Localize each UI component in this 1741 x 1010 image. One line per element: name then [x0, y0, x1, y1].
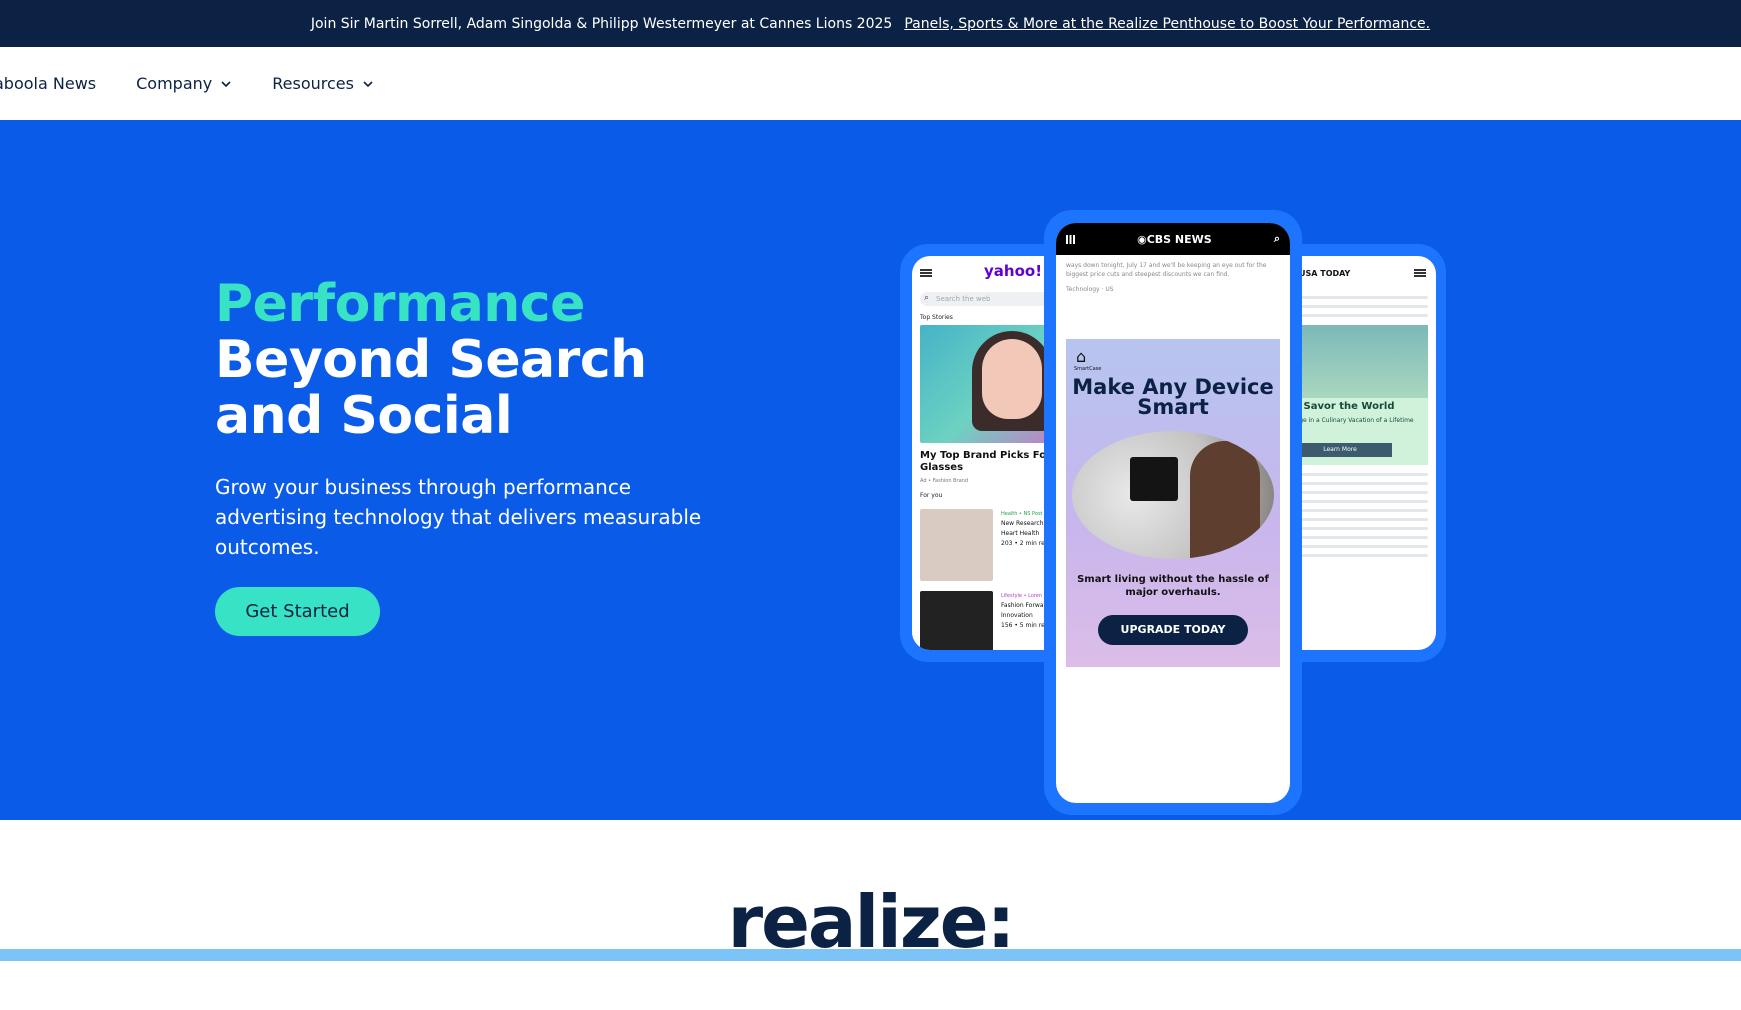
- grid-icon: [1066, 234, 1075, 244]
- nav-item-label: Resources: [272, 74, 354, 93]
- page: Join Sir Martin Sorrell, Adam Singolda &…: [0, 0, 1741, 1010]
- upgrade-today-button: UPGRADE TODAY: [1098, 615, 1248, 645]
- article-thumbnail: [920, 509, 993, 581]
- ad-brand: SmartCase: [1074, 366, 1102, 372]
- smartcase-ad: ⌂ SmartCase Make Any Device Smart Smart …: [1066, 339, 1280, 667]
- hero-headline-line3: and Social: [215, 386, 513, 446]
- scroll-stripe: [0, 949, 1741, 961]
- chevron-down-icon: [221, 80, 231, 87]
- article-intro: ways down tonight, July 17 and we'll be …: [1066, 262, 1267, 278]
- chevron-down-icon: [363, 80, 373, 87]
- menu-icon: [920, 269, 932, 277]
- get-started-button[interactable]: Get Started: [215, 587, 380, 636]
- nav-item-news[interactable]: aboola News: [0, 74, 96, 93]
- article-tags: Technology · US: [1066, 286, 1114, 293]
- below-section: [0, 961, 1741, 1010]
- hero-headline-line2: Beyond Search: [215, 330, 647, 390]
- ad-title: Make Any Device Smart: [1072, 375, 1274, 419]
- banner-text: Join Sir Martin Sorrell, Adam Singolda &…: [310, 15, 893, 32]
- nav-item-label: aboola News: [0, 74, 97, 93]
- hero-text: Performance Beyond Search and Social Gro…: [215, 276, 775, 636]
- nav-item-company[interactable]: Company: [136, 74, 232, 93]
- ad-copy: Smart living without the hassle of major…: [1077, 574, 1269, 598]
- main-nav: aboola News Company Resources: [0, 47, 1741, 120]
- hero-section: Performance Beyond Search and Social Gro…: [0, 120, 1741, 820]
- hero-headline-accent: Performance: [215, 274, 585, 334]
- learn-more-button: Learn More: [1288, 443, 1392, 457]
- cbs-logo: ◉CBS NEWS: [1137, 232, 1212, 246]
- search-icon: ⌕: [1273, 232, 1280, 245]
- announcement-banner: Join Sir Martin Sorrell, Adam Singolda &…: [0, 0, 1741, 47]
- ad-image: [1072, 431, 1274, 559]
- hero-subtitle: Grow your business through performance a…: [215, 475, 702, 559]
- yahoo-logo: yahoo!: [984, 262, 1043, 280]
- banner-link[interactable]: Panels, Sports & More at the Realize Pen…: [904, 16, 1430, 32]
- house-icon: ⌂: [1076, 347, 1087, 366]
- cbs-header: ◉CBS NEWS ⌕: [1056, 223, 1290, 255]
- cbs-phone-mockup: ◉CBS NEWS ⌕ ways down tonight, July 17 a…: [1056, 223, 1290, 803]
- menu-icon: [1414, 269, 1426, 277]
- article-thumbnail: [920, 591, 993, 650]
- nav-item-label: Company: [136, 74, 213, 93]
- usatoday-logo: USA TODAY: [1299, 269, 1351, 278]
- nav-item-resources[interactable]: Resources: [272, 74, 374, 93]
